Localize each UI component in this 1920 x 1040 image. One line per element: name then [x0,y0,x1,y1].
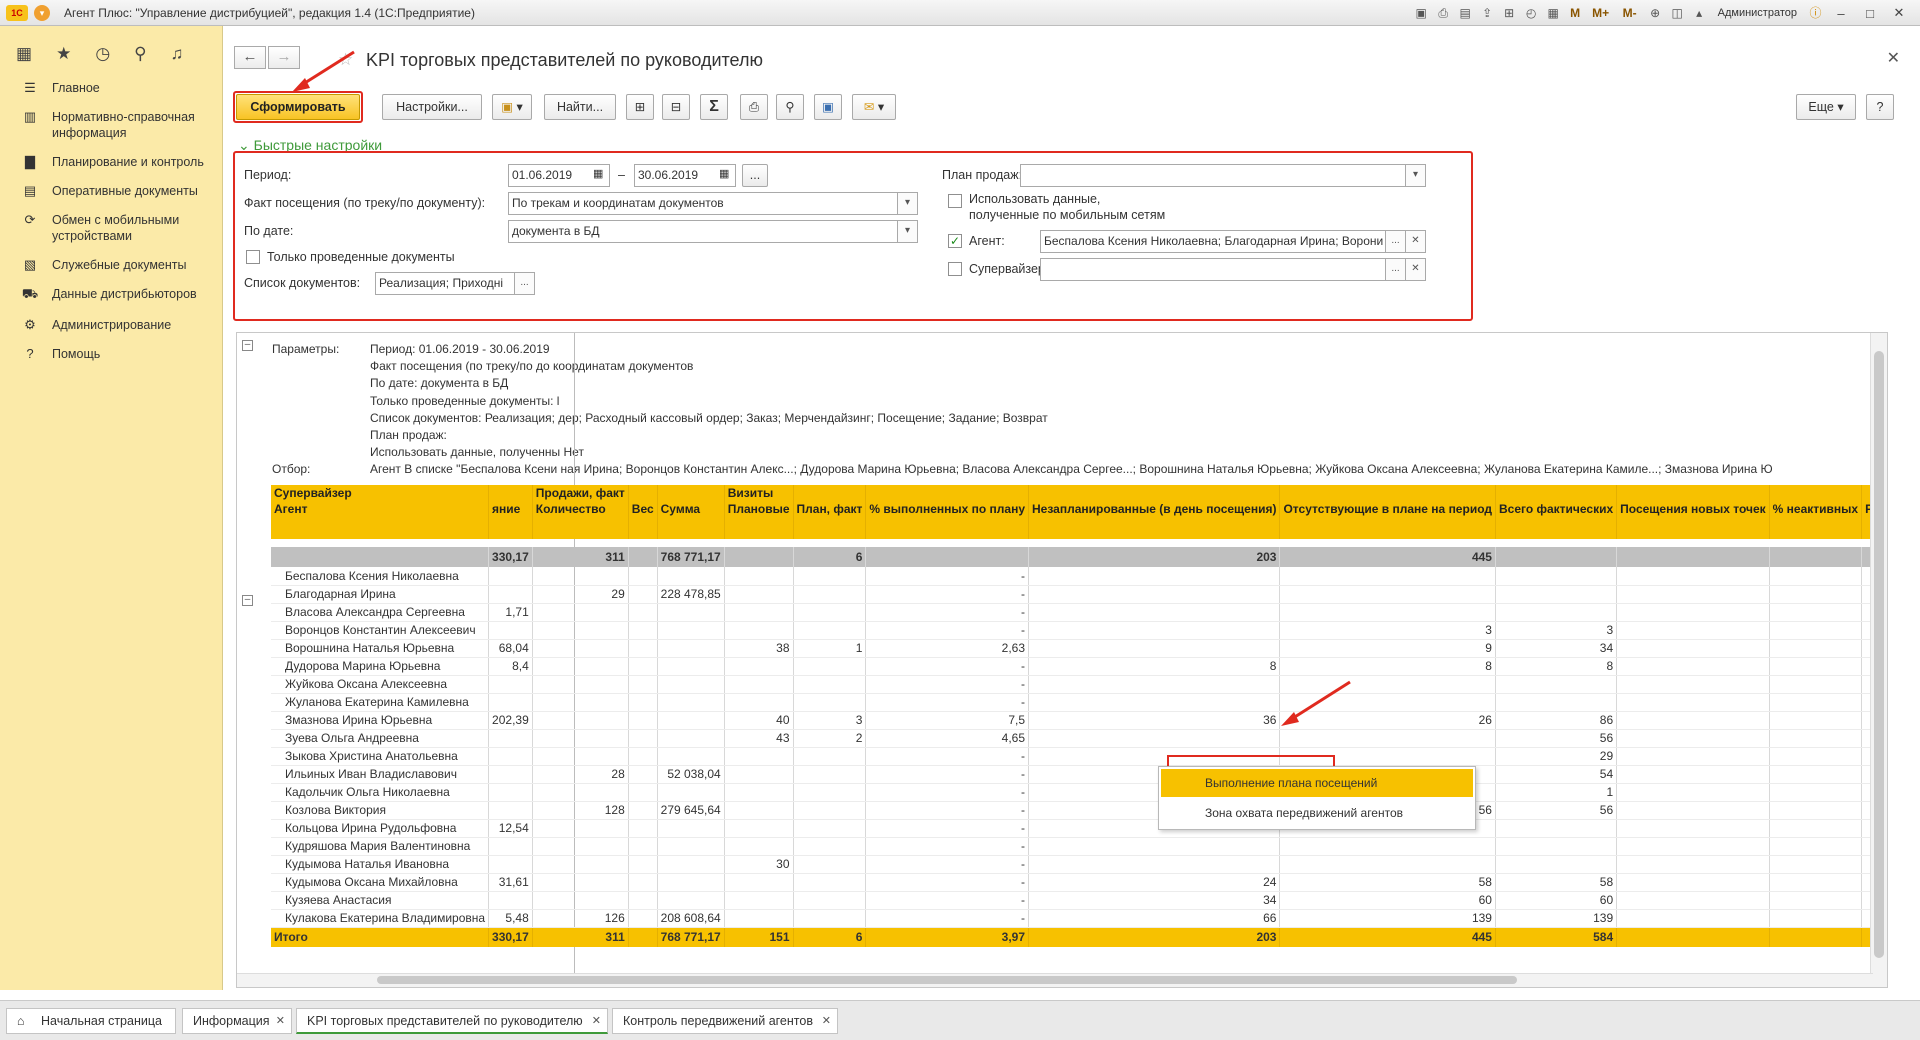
annotation-arrow-generate [292,50,1351,726]
close-tab-icon[interactable]: ✕ [822,1009,831,1033]
close-tab-icon[interactable]: ✕ [276,1009,285,1033]
close-tab-icon[interactable]: ✕ [592,1009,601,1033]
tab-home[interactable]: ⌂ Начальная страница [6,1008,176,1034]
home-icon: ⌂ [17,1014,25,1028]
tab-information[interactable]: Информация ✕ [182,1008,292,1034]
tab-kpi-report[interactable]: KPI торговых представителей по руководит… [296,1008,608,1034]
tab-agent-movement[interactable]: Контроль передвижений агентов ✕ [612,1008,838,1034]
open-windows-bar: ⌂ Начальная страница Информация ✕ KPI торг… [0,1000,1920,1040]
